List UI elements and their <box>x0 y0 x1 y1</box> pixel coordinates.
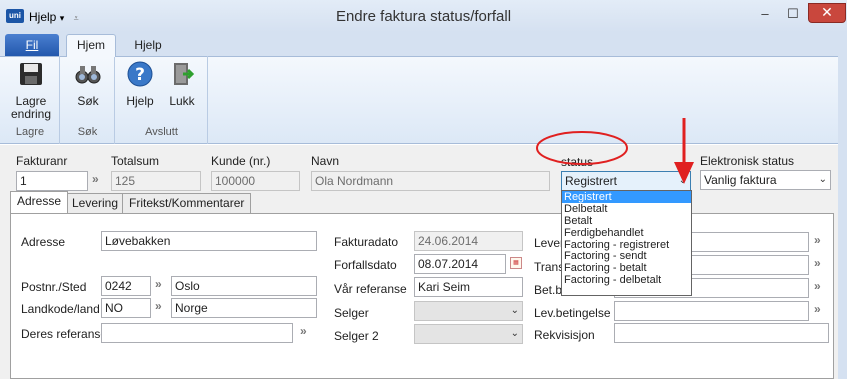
fakturanr-field[interactable]: 1 <box>16 171 88 191</box>
tab-fil[interactable]: Fil <box>5 34 59 56</box>
deres-referanse-lookup-button[interactable]: » <box>300 324 307 338</box>
landkode-lookup-button[interactable]: » <box>155 299 162 313</box>
landkode-label: Landkode/land <box>21 302 100 316</box>
selger2-dropdown[interactable]: ⌄ <box>414 324 523 344</box>
lagre-endring-button[interactable]: Lagre endring <box>10 60 52 121</box>
annotation-arrow <box>674 118 694 184</box>
status-option-ferdigbehandlet[interactable]: Ferdigbehandlet <box>562 227 691 239</box>
status-option-factoring-sendt[interactable]: Factoring - sendt <box>562 250 691 263</box>
sok-label: Søk <box>77 94 99 108</box>
fakturadato-label: Fakturadato <box>334 235 399 249</box>
status-option-factoring-registreret[interactable]: Factoring - registreret <box>562 239 691 251</box>
status-option-factoring-betalt[interactable]: Factoring - betalt <box>562 262 691 274</box>
minimize-button[interactable]: – <box>752 6 778 24</box>
floppy-disk-icon <box>20 63 42 85</box>
tab-hjelp[interactable]: Hjelp <box>126 34 170 56</box>
detail-tab-bar: Adresse Levering Fritekst/Kommentarer <box>10 191 310 213</box>
selger-dropdown[interactable]: ⌄ <box>414 301 523 321</box>
chevron-down-icon: ⌄ <box>510 305 519 316</box>
status-option-delbetalt[interactable]: Delbetalt <box>562 203 691 215</box>
rekvisisjon-field[interactable] <box>614 323 829 343</box>
forfallsdato-label: Forfallsdato <box>334 258 397 272</box>
help-icon: ? <box>127 61 153 87</box>
selger-label: Selger <box>334 306 369 320</box>
rekvisisjon-label: Rekvisisjon <box>534 328 595 342</box>
elektronisk-status-value: Vanlig faktura <box>704 173 777 187</box>
status-option-betalt[interactable]: Betalt <box>562 215 691 227</box>
postnr-lookup-button[interactable]: » <box>155 277 162 291</box>
transport-label: Trans <box>534 260 565 274</box>
navn-label: Navn <box>311 154 340 168</box>
group-label-avslutt: Avslutt <box>145 126 178 138</box>
lev-betingelse-lookup-button[interactable]: » <box>814 302 821 316</box>
totalsum-field: 125 <box>111 171 201 191</box>
annotation-ellipse <box>536 131 628 165</box>
status-dropdown-list[interactable]: Registrert Delbetalt Betalt Ferdigbehand… <box>561 190 692 296</box>
postnr-label: Postnr./Sted <box>21 280 87 294</box>
totalsum-label: Totalsum <box>111 154 160 168</box>
kunde-field: 100000 <box>211 171 300 191</box>
fakturanr-lookup-button[interactable]: » <box>92 172 99 186</box>
chevron-down-icon: ⌄ <box>818 174 827 185</box>
group-label-lagre: Lagre <box>15 126 45 138</box>
status-option-factoring-delbetalt[interactable]: Factoring - delbetalt <box>562 274 691 286</box>
binoculars-icon <box>75 66 101 84</box>
var-referanse-label: Vår referanse <box>334 282 407 296</box>
transport-lookup-button[interactable]: » <box>814 256 821 270</box>
adresse-field[interactable]: Løvebakken <box>101 231 317 251</box>
status-option-registrert[interactable]: Registrert <box>562 191 691 203</box>
hjelp-button[interactable]: ? Hjelp <box>120 60 160 108</box>
elektronisk-status-dropdown[interactable]: Vanlig faktura ⌄ <box>700 170 831 190</box>
land-field[interactable]: Norge <box>171 298 317 318</box>
calendar-icon[interactable]: ▦ <box>510 257 522 269</box>
chevron-down-icon: ⌄ <box>510 328 519 339</box>
window-right-edge <box>838 32 847 379</box>
sted-field[interactable]: Oslo <box>171 276 317 296</box>
adresse-label: Adresse <box>21 235 66 249</box>
close-window-button[interactable]: ✕ <box>808 3 846 23</box>
kunde-label: Kunde (nr.) <box>211 154 271 168</box>
lukk-label: Lukk <box>169 94 195 108</box>
svg-text:?: ? <box>135 65 145 85</box>
lukk-button[interactable]: Lukk <box>162 60 202 108</box>
group-label-sok: Søk <box>77 126 98 138</box>
maximize-button[interactable]: ☐ <box>780 6 806 24</box>
lev-betingelse-field[interactable] <box>614 301 809 321</box>
selger2-label: Selger 2 <box>334 329 379 343</box>
status-value: Registrert <box>565 174 618 188</box>
forfallsdato-field[interactable]: 08.07.2014 <box>414 254 506 274</box>
fakturadato-field: 24.06.2014 <box>414 231 523 251</box>
navn-field: Ola Nordmann <box>311 171 550 191</box>
fakturanr-label: Fakturanr <box>16 154 68 168</box>
endring-label: endring <box>10 107 52 121</box>
landkode-field[interactable]: NO <box>101 298 151 318</box>
sok-button[interactable]: Søk <box>66 60 110 108</box>
betalingsbetingelse-lookup-button[interactable]: » <box>814 279 821 293</box>
var-referanse-field[interactable]: Kari Seim <box>414 277 523 297</box>
tab-levering[interactable]: Levering <box>65 193 126 213</box>
hjelp-label: Hjelp <box>126 94 154 108</box>
levering-lookup-button[interactable]: » <box>814 233 821 247</box>
tab-adresse[interactable]: Adresse <box>10 191 69 213</box>
postnr-field[interactable]: 0242 <box>101 276 151 296</box>
deres-referanse-label: Deres referanse <box>21 327 108 341</box>
lev-betingelse-label: Lev.betingelse <box>534 306 611 320</box>
levering-label: Lever <box>534 236 565 250</box>
exit-door-icon <box>174 63 195 85</box>
window-title: Endre faktura status/forfall <box>335 8 512 25</box>
elektronisk-status-label: Elektronisk status <box>700 154 795 168</box>
deres-referanse-field[interactable] <box>101 323 293 343</box>
tab-fritekst[interactable]: Fritekst/Kommentarer <box>122 193 252 213</box>
tab-hjem[interactable]: Hjem <box>66 34 116 57</box>
